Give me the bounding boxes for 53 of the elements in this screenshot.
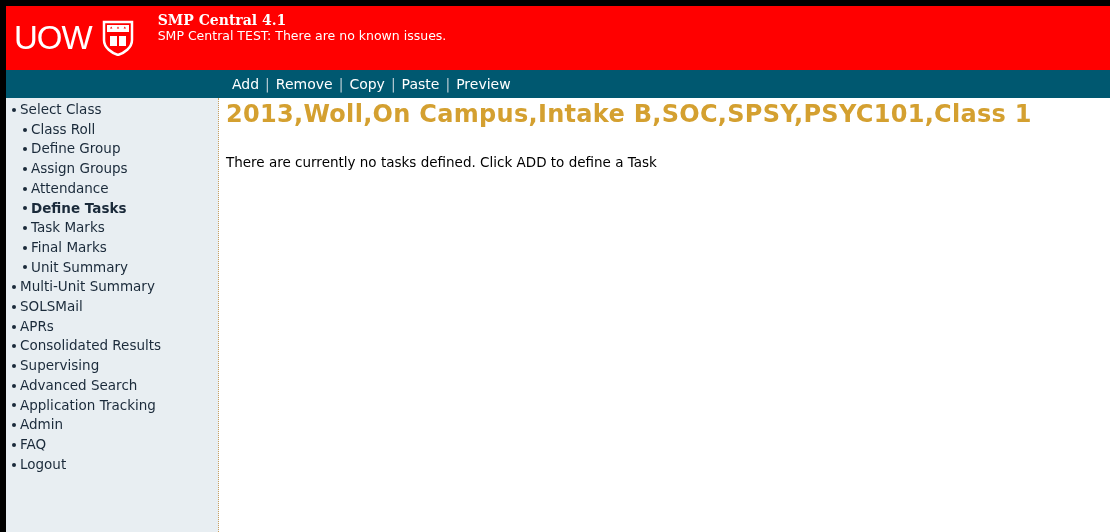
nav-link[interactable]: Advanced Search xyxy=(20,375,138,396)
separator: | xyxy=(265,76,270,92)
nav-link[interactable]: Application Tracking xyxy=(20,395,156,416)
nav-link[interactable]: Task Marks xyxy=(31,218,105,238)
shield-icon xyxy=(101,20,134,56)
app-title: SMP Central 4.1 xyxy=(157,11,288,28)
bullet-icon xyxy=(12,344,16,349)
bullet-icon xyxy=(23,186,27,191)
info-message: There are currently no tasks defined. Click ADD to define a Task xyxy=(226,154,658,170)
nav-link[interactable]: APRs xyxy=(20,316,54,337)
nav-link[interactable]: Class Roll xyxy=(31,119,96,140)
bullet-icon xyxy=(12,285,16,290)
nav-link[interactable]: Final Marks xyxy=(31,237,107,258)
bullet-icon xyxy=(12,383,16,388)
status-message: SMP Central TEST: There are no known issues. xyxy=(157,27,447,43)
bullet-icon xyxy=(23,206,27,211)
nav-link[interactable]: Unit Summary xyxy=(31,257,128,278)
toolbar-link[interactable]: Paste xyxy=(401,76,440,92)
nav-link[interactable]: Admin xyxy=(20,415,64,435)
bullet-icon xyxy=(12,364,16,368)
nav-link[interactable]: FAQ xyxy=(20,434,47,455)
bullet-icon xyxy=(12,403,16,408)
nav-link[interactable]: Attendance xyxy=(31,178,109,199)
separator: | xyxy=(445,76,451,92)
bullet-icon xyxy=(23,245,27,250)
nav-link[interactable]: Multi-Unit Summary xyxy=(20,277,155,298)
bullet-icon xyxy=(23,147,27,152)
bullet-icon xyxy=(12,324,16,329)
bullet-icon xyxy=(12,304,16,309)
nav-link[interactable]: Assign Groups xyxy=(31,159,128,179)
bullet-icon xyxy=(12,462,16,467)
separator: | xyxy=(390,76,396,92)
nav-link[interactable]: Select Class xyxy=(20,100,102,120)
separator: | xyxy=(338,76,344,92)
nav-link[interactable]: Define Group xyxy=(31,139,121,160)
bullet-icon xyxy=(23,166,27,171)
bullet-icon xyxy=(23,127,27,132)
bullet-icon xyxy=(12,423,16,428)
toolbar-link[interactable]: Copy xyxy=(349,76,385,92)
nav-link[interactable]: Define Tasks xyxy=(31,198,127,219)
nav-link[interactable]: SOLSMail xyxy=(20,297,83,317)
class-heading: 2013,Woll,On Campus,Intake B,SOC,SPSY,PSYC101,Class 1 xyxy=(226,100,1033,128)
bullet-icon xyxy=(12,107,16,112)
bullet-icon xyxy=(23,265,27,270)
toolbar-link[interactable]: Remove xyxy=(275,76,333,92)
logo-text: UOW xyxy=(14,19,92,57)
nav-link[interactable]: Supervising xyxy=(20,356,100,376)
bullet-icon xyxy=(23,226,27,231)
nav-link[interactable]: Logout xyxy=(20,454,67,475)
nav-link[interactable]: Consolidated Results xyxy=(20,336,162,357)
toolbar-link[interactable]: Preview xyxy=(456,76,511,92)
bullet-icon xyxy=(12,442,16,447)
toolbar-link[interactable]: Add xyxy=(232,76,260,92)
